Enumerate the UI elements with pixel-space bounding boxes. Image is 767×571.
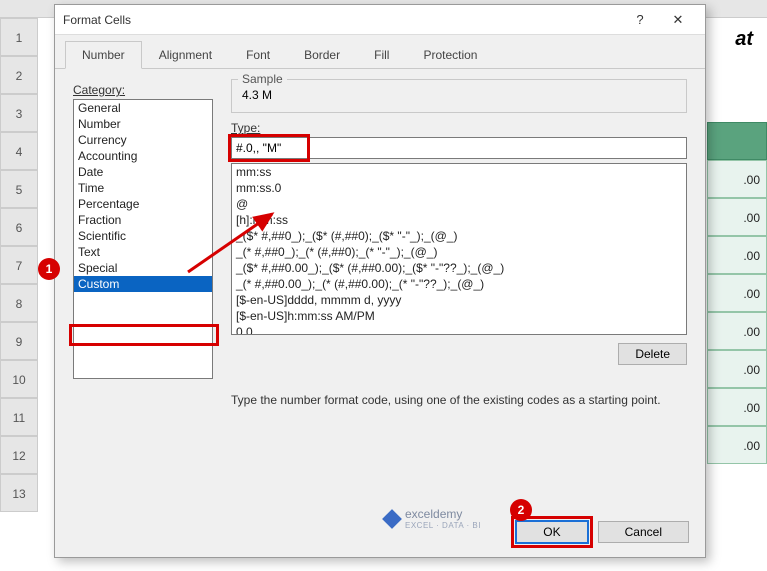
data-column: .00 .00 .00 .00 .00 .00 .00 .00 — [707, 122, 767, 464]
format-item[interactable]: 0.0 — [232, 324, 686, 335]
watermark-name: exceldemy — [405, 507, 462, 521]
data-cell[interactable]: .00 — [707, 274, 767, 312]
tab-border[interactable]: Border — [287, 41, 357, 68]
data-cell[interactable]: .00 — [707, 236, 767, 274]
row-header[interactable]: 12 — [0, 436, 38, 474]
category-item-special[interactable]: Special — [74, 260, 212, 276]
format-item[interactable]: @ — [232, 196, 686, 212]
tab-protection[interactable]: Protection — [406, 41, 494, 68]
category-list[interactable]: General Number Currency Accounting Date … — [73, 99, 213, 379]
row-header[interactable]: 2 — [0, 56, 38, 94]
help-button[interactable]: ? — [621, 6, 659, 34]
cancel-button[interactable]: Cancel — [598, 521, 689, 543]
row-header[interactable]: 11 — [0, 398, 38, 436]
type-input[interactable] — [231, 137, 687, 159]
format-item[interactable]: _($* #,##0.00_);_($* (#,##0.00);_($* "-"… — [232, 260, 686, 276]
row-header[interactable]: 13 — [0, 474, 38, 512]
category-item-percentage[interactable]: Percentage — [74, 196, 212, 212]
row-header[interactable]: 9 — [0, 322, 38, 360]
row-header[interactable]: 1 — [0, 18, 38, 56]
category-label: Category: — [73, 83, 213, 97]
close-button[interactable]: ✕ — [659, 6, 697, 34]
row-header[interactable]: 3 — [0, 94, 38, 132]
watermark-tag: EXCEL · DATA · BI — [405, 521, 481, 530]
format-item[interactable]: _(* #,##0.00_);_(* (#,##0.00);_(* "-"??_… — [232, 276, 686, 292]
category-item-scientific[interactable]: Scientific — [74, 228, 212, 244]
format-list[interactable]: mm:ss mm:ss.0 @ [h]:mm:ss _($* #,##0_);_… — [231, 163, 687, 335]
delete-button[interactable]: Delete — [618, 343, 687, 365]
dialog-titlebar[interactable]: Format Cells ? ✕ — [55, 5, 705, 35]
row-header[interactable]: 10 — [0, 360, 38, 398]
category-item-custom[interactable]: Custom — [74, 276, 212, 292]
sample-value: 4.3 M — [242, 88, 676, 102]
row-headers: 1 2 3 4 5 6 7 8 9 10 11 12 13 — [0, 18, 38, 512]
data-cell[interactable]: .00 — [707, 350, 767, 388]
tab-alignment[interactable]: Alignment — [142, 41, 229, 68]
format-cells-dialog: Format Cells ? ✕ Number Alignment Font B… — [54, 4, 706, 558]
data-cell[interactable]: .00 — [707, 160, 767, 198]
tab-fill[interactable]: Fill — [357, 41, 406, 68]
format-item[interactable]: mm:ss — [232, 164, 686, 180]
data-cell[interactable]: .00 — [707, 388, 767, 426]
row-header[interactable]: 4 — [0, 132, 38, 170]
sample-group: Sample 4.3 M — [231, 79, 687, 113]
dialog-buttons: OK Cancel — [516, 521, 689, 543]
dialog-tabs: Number Alignment Font Border Fill Protec… — [55, 35, 705, 69]
row-header[interactable]: 8 — [0, 284, 38, 322]
format-item[interactable]: _($* #,##0_);_($* (#,##0);_($* "-"_);_(@… — [232, 228, 686, 244]
sample-label: Sample — [238, 72, 287, 86]
category-item-text[interactable]: Text — [74, 244, 212, 260]
data-cell[interactable]: .00 — [707, 312, 767, 350]
ok-button[interactable]: OK — [516, 521, 587, 543]
callout-badge-2: 2 — [510, 499, 532, 521]
data-cell[interactable]: .00 — [707, 198, 767, 236]
format-item[interactable]: _(* #,##0_);_(* (#,##0);_(* "-"_);_(@_) — [232, 244, 686, 260]
dialog-body: Category: General Number Currency Accoun… — [55, 69, 705, 417]
category-item-general[interactable]: General — [74, 100, 212, 116]
format-item[interactable]: [h]:mm:ss — [232, 212, 686, 228]
category-item-accounting[interactable]: Accounting — [74, 148, 212, 164]
watermark: exceldemy EXCEL · DATA · BI — [385, 507, 481, 530]
category-item-date[interactable]: Date — [74, 164, 212, 180]
type-label: Type: — [231, 121, 687, 135]
hint-text: Type the number format code, using one o… — [231, 365, 687, 407]
category-item-currency[interactable]: Currency — [74, 132, 212, 148]
dialog-title: Format Cells — [63, 13, 621, 27]
format-item[interactable]: [$-en-US]dddd, mmmm d, yyyy — [232, 292, 686, 308]
title-fragment: at — [735, 28, 753, 51]
data-cell[interactable]: .00 — [707, 426, 767, 464]
watermark-logo-icon — [382, 509, 402, 529]
row-header[interactable]: 7 — [0, 246, 38, 284]
tab-number[interactable]: Number — [65, 41, 142, 69]
row-header[interactable]: 6 — [0, 208, 38, 246]
format-item[interactable]: mm:ss.0 — [232, 180, 686, 196]
category-item-fraction[interactable]: Fraction — [74, 212, 212, 228]
tab-font[interactable]: Font — [229, 41, 287, 68]
category-item-number[interactable]: Number — [74, 116, 212, 132]
callout-badge-1: 1 — [38, 258, 60, 280]
category-item-time[interactable]: Time — [74, 180, 212, 196]
row-header[interactable]: 5 — [0, 170, 38, 208]
format-item[interactable]: [$-en-US]h:mm:ss AM/PM — [232, 308, 686, 324]
data-cell[interactable] — [707, 122, 767, 160]
